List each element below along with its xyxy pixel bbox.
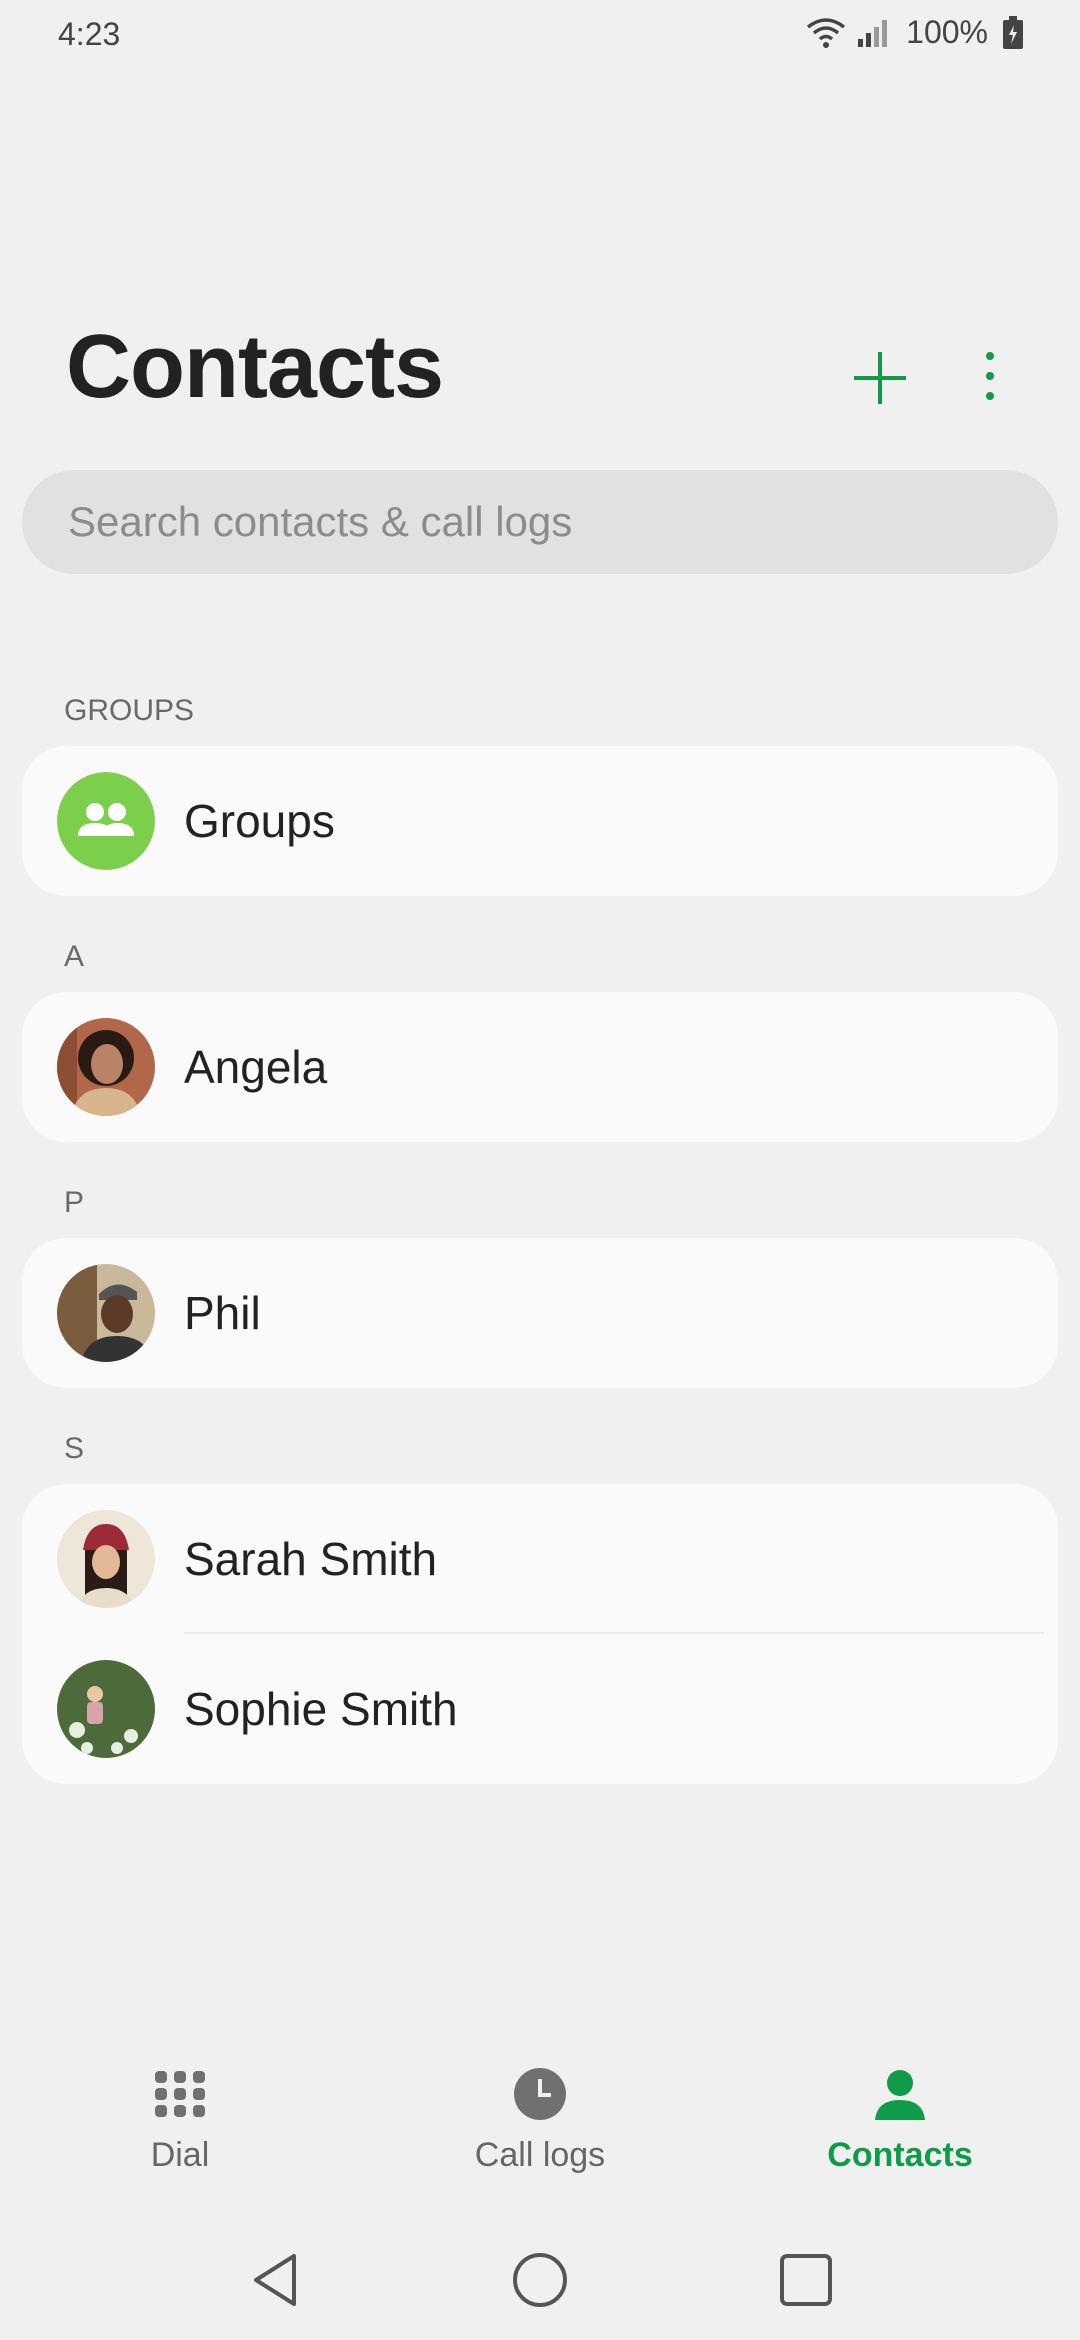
battery-percent: 100% — [906, 14, 988, 50]
wifi-icon — [806, 17, 846, 49]
contact-name: Phil — [184, 1287, 261, 1339]
home-icon — [513, 2253, 567, 2307]
contact-photo — [57, 1018, 155, 1116]
search-input[interactable] — [66, 497, 1058, 547]
signal-icon — [856, 17, 892, 49]
contact-name: Sophie Smith — [184, 1683, 458, 1735]
clock-icon — [513, 2064, 567, 2124]
status-time: 4:23 — [58, 16, 121, 52]
contact-name: Angela — [184, 1041, 328, 1093]
list-item-angela[interactable]: Angela — [22, 992, 1058, 1142]
recents-icon — [780, 2254, 832, 2306]
dialpad-icon — [154, 2064, 206, 2124]
contact-photo — [57, 1510, 155, 1608]
groups-card: Groups — [22, 746, 1058, 896]
back-button[interactable] — [236, 2240, 316, 2320]
battery-icon — [1002, 15, 1024, 50]
tab-label: Contacts — [827, 2136, 973, 2174]
bottom-tab-bar: Dial Call logs Contacts — [0, 2040, 1080, 2190]
recents-button[interactable] — [766, 2240, 846, 2320]
page-title: Contacts — [66, 317, 444, 417]
list-item-groups[interactable]: Groups — [22, 746, 1058, 896]
section-header-a: A — [64, 940, 85, 973]
section-header-s: S — [64, 1432, 85, 1465]
status-icons: 100% — [806, 14, 1024, 51]
person-icon — [873, 2064, 927, 2124]
tab-label: Dial — [150, 2136, 210, 2174]
tab-label: Call logs — [474, 2136, 606, 2174]
contacts-card-p: Phil — [22, 1238, 1058, 1388]
contacts-card-a: Angela — [22, 992, 1058, 1142]
more-options-button[interactable] — [966, 346, 1014, 410]
section-header-groups: GROUPS — [64, 694, 195, 727]
add-contact-button[interactable] — [848, 346, 912, 410]
status-bar: 4:23 100% — [0, 0, 1080, 74]
plus-icon — [854, 352, 906, 404]
more-vert-icon — [986, 352, 994, 400]
back-icon — [254, 2254, 296, 2306]
contact-name: Sarah Smith — [184, 1533, 438, 1585]
contact-photo — [57, 1660, 155, 1758]
search-bar[interactable] — [22, 470, 1058, 574]
list-item-sophie-smith[interactable]: Sophie Smith — [22, 1634, 1058, 1784]
contact-name: Groups — [184, 795, 335, 847]
home-button[interactable] — [500, 2240, 580, 2320]
section-header-p: P — [64, 1186, 85, 1219]
list-item-phil[interactable]: Phil — [22, 1238, 1058, 1388]
groups-avatar — [57, 772, 155, 870]
contacts-card-s: Sarah Smith Sophie Smith — [22, 1484, 1058, 1784]
tab-call-logs[interactable]: Call logs — [360, 2040, 720, 2190]
contact-photo — [57, 1264, 155, 1362]
tab-dial[interactable]: Dial — [0, 2040, 360, 2190]
list-item-sarah-smith[interactable]: Sarah Smith — [22, 1484, 1058, 1634]
tab-contacts[interactable]: Contacts — [720, 2040, 1080, 2190]
system-nav-bar — [0, 2210, 1080, 2340]
